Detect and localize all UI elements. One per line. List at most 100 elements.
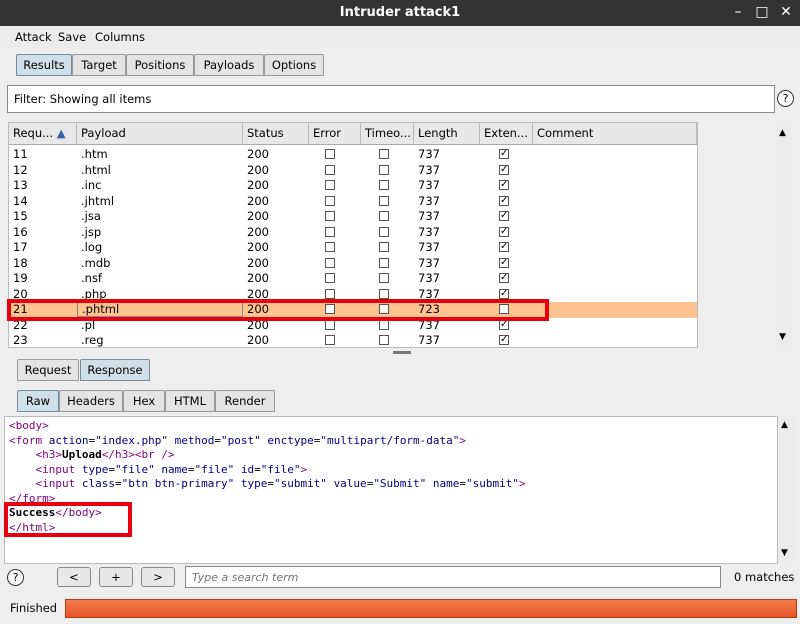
code-token: "btn btn-primary" xyxy=(121,477,235,490)
splitter-handle[interactable] xyxy=(393,351,411,354)
cell-length: 737 xyxy=(418,209,440,223)
filter-help-icon[interactable]: ? xyxy=(777,90,794,107)
tab-payloads[interactable]: Payloads xyxy=(194,54,264,76)
ext-checkbox: ✓ xyxy=(499,163,509,175)
table-row[interactable]: 11 .htm 200 737 ✓ xyxy=(9,147,697,163)
scroll-up-icon[interactable]: ▲ xyxy=(781,420,788,430)
tab-html[interactable]: HTML xyxy=(165,390,215,412)
tab-headers[interactable]: Headers xyxy=(59,390,123,412)
table-row[interactable]: 12 .html 200 737 ✓ xyxy=(9,163,697,179)
timeout-checkbox xyxy=(379,149,389,159)
cell-status: 200 xyxy=(247,162,269,177)
table-row[interactable]: 17 .log 200 737 ✓ xyxy=(9,240,697,256)
tab-target[interactable]: Target xyxy=(72,54,126,76)
cell-req: 19 xyxy=(13,271,28,285)
error-checkbox xyxy=(325,319,335,330)
code-token: type xyxy=(240,477,268,490)
tab-request[interactable]: Request xyxy=(17,359,79,381)
scroll-up-icon[interactable]: ▲ xyxy=(779,128,786,138)
error-checkbox xyxy=(325,288,335,299)
code-token: "multipart/form-data" xyxy=(320,433,460,447)
code-token: > xyxy=(459,433,467,447)
table-scrollbar[interactable]: ▲ ▼ xyxy=(776,122,792,346)
col-request[interactable]: Requ... ▲ xyxy=(9,123,77,144)
search-input[interactable] xyxy=(190,570,714,585)
cell-payload: .jsp xyxy=(81,224,102,239)
tab-hex[interactable]: Hex xyxy=(123,390,165,412)
cell-status: 200 xyxy=(247,240,269,254)
close-icon[interactable]: ✕ xyxy=(777,3,795,21)
scroll-down-icon[interactable]: ▼ xyxy=(781,548,788,558)
code-line: <h3>Upload</h3><br /> xyxy=(9,448,175,461)
cell-payload: .html xyxy=(81,162,111,177)
col-error[interactable]: Error xyxy=(309,123,361,144)
tab-response[interactable]: Response xyxy=(80,359,150,381)
ext-checkbox: ✓ xyxy=(499,179,509,190)
cell-req: 23 xyxy=(13,333,28,347)
menu-attack[interactable]: Attack xyxy=(15,30,52,44)
response-scrollbar[interactable]: ▲ ▼ xyxy=(778,416,794,562)
cell-length: 737 xyxy=(418,162,440,177)
menu-columns[interactable]: Columns xyxy=(95,30,145,44)
col-extension[interactable]: Exten... xyxy=(480,123,533,144)
tab-raw[interactable]: Raw xyxy=(17,390,59,412)
table-row[interactable]: 19 .nsf 200 737 ✓ xyxy=(9,271,697,287)
tab-results[interactable]: Results xyxy=(16,54,72,76)
ext-checkbox: ✓ xyxy=(499,318,509,330)
table-row[interactable]: 18 .mdb 200 737 ✓ xyxy=(9,256,697,272)
window-titlebar: Intruder attack1 – □ ✕ xyxy=(0,0,800,26)
menu-save[interactable]: Save xyxy=(58,30,86,44)
col-timeout[interactable]: Timeo... xyxy=(361,123,414,144)
error-checkbox xyxy=(325,180,335,190)
error-checkbox xyxy=(325,242,335,252)
code-token: <input xyxy=(35,462,82,476)
cell-status: 200 xyxy=(247,178,269,192)
cell-length: 737 xyxy=(418,271,440,285)
search-next-button[interactable]: > xyxy=(141,567,175,587)
table-row[interactable]: 16 .jsp 200 737 ✓ xyxy=(9,225,697,241)
code-token: <input xyxy=(35,477,82,490)
response-editor[interactable]: <body> <form action="index.php" method="p… xyxy=(4,416,778,564)
search-help-icon[interactable]: ? xyxy=(7,569,24,586)
status-text: Finished xyxy=(10,601,58,615)
timeout-checkbox xyxy=(379,319,389,330)
tab-positions[interactable]: Positions xyxy=(126,54,194,76)
cell-payload: .log xyxy=(81,240,103,254)
col-status[interactable]: Status xyxy=(243,123,309,144)
minimize-icon[interactable]: – xyxy=(729,3,747,21)
tab-options[interactable]: Options xyxy=(264,54,324,76)
cell-req: 17 xyxy=(13,240,28,254)
col-payload[interactable]: Payload xyxy=(77,123,243,144)
table-row[interactable]: 13 .inc 200 737 ✓ xyxy=(9,178,697,194)
search-add-button[interactable]: + xyxy=(99,567,133,587)
code-line: <input type="file" name="file" id="file"… xyxy=(9,462,308,476)
code-token: id xyxy=(240,462,255,476)
code-token: <form xyxy=(9,433,49,447)
code-token: = xyxy=(267,477,274,490)
ext-checkbox: ✓ xyxy=(499,148,509,159)
maximize-icon[interactable]: □ xyxy=(753,3,771,21)
table-row[interactable]: 23 .reg 200 737 ✓ xyxy=(9,333,697,347)
code-token: <body> xyxy=(9,419,49,432)
tab-render[interactable]: Render xyxy=(215,390,275,412)
table-row[interactable]: 15 .jsa 200 737 ✓ xyxy=(9,209,697,225)
scroll-down-icon[interactable]: ▼ xyxy=(779,332,786,342)
filter-bar[interactable]: Filter: Showing all items xyxy=(7,85,775,113)
col-comment[interactable]: Comment xyxy=(533,123,697,144)
code-token: name xyxy=(432,477,460,490)
table-row[interactable]: 14 .jhtml 200 737 ✓ xyxy=(9,194,697,210)
ext-checkbox: ✓ xyxy=(499,241,509,252)
col-length[interactable]: Length xyxy=(414,123,480,144)
filter-text: Filter: Showing all items xyxy=(14,92,152,106)
code-token: </h3><br /> xyxy=(101,448,175,461)
code-token: = xyxy=(254,462,261,476)
ext-checkbox: ✓ xyxy=(499,256,509,268)
search-prev-button[interactable]: < xyxy=(57,567,91,587)
code-token: "submit" xyxy=(466,477,520,490)
timeout-checkbox xyxy=(379,273,389,283)
code-token: = xyxy=(214,433,221,447)
cell-payload: .nsf xyxy=(81,271,102,285)
match-count: 0 matches xyxy=(734,570,795,584)
